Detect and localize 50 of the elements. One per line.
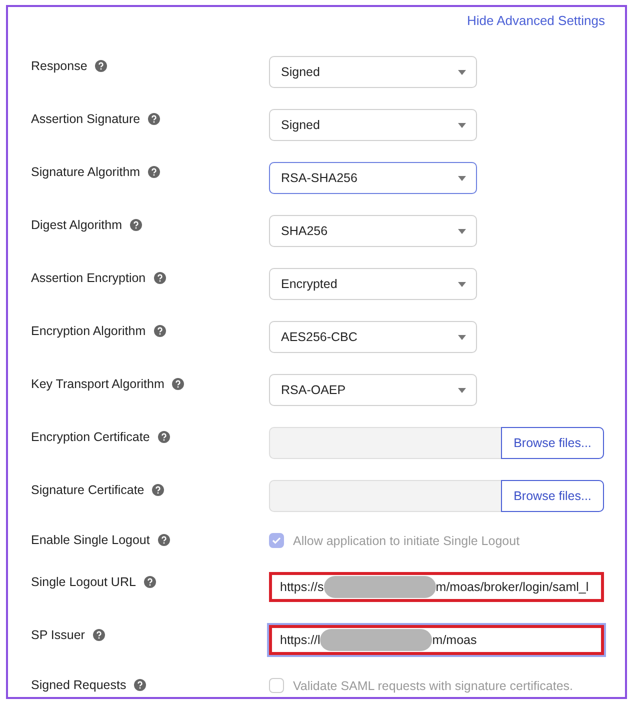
caret-icon <box>458 388 466 392</box>
field-label: Assertion Encryption <box>31 271 146 285</box>
checkbox-label: Validate SAML requests with signature certificates. <box>293 678 573 692</box>
dropdown[interactable]: AES256-CBC <box>269 321 477 353</box>
field-label: Assertion Signature <box>31 112 140 126</box>
file-field[interactable] <box>269 427 501 459</box>
field-label: Signature Certificate <box>31 483 144 497</box>
help-icon[interactable] <box>158 431 170 443</box>
field-label: Digest Algorithm <box>31 218 122 232</box>
field-label: Single Logout URL <box>31 575 136 589</box>
dropdown[interactable]: Signed <box>269 56 477 88</box>
browse-button[interactable]: Browse files... <box>501 427 604 459</box>
caret-icon <box>458 70 466 74</box>
input-field[interactable]: https://l m/moas <box>269 625 604 655</box>
help-icon[interactable] <box>148 113 160 125</box>
help-icon[interactable] <box>148 166 160 178</box>
field-label: Signature Algorithm <box>31 165 140 179</box>
help-icon[interactable] <box>134 679 146 691</box>
browse-button[interactable]: Browse files... <box>501 480 604 512</box>
help-icon[interactable] <box>154 325 166 337</box>
caret-icon <box>458 228 466 234</box>
help-icon[interactable] <box>130 219 142 231</box>
caret-icon <box>458 334 466 340</box>
check-icon <box>272 537 281 544</box>
field-label: Enable Single Logout <box>31 533 150 547</box>
help-icon[interactable] <box>158 534 170 546</box>
field-label: Signed Requests <box>31 678 126 692</box>
field-label: SP Issuer <box>31 628 85 642</box>
dropdown[interactable]: RSA-SHA256 <box>269 162 477 194</box>
caret-icon <box>458 122 466 128</box>
dropdown[interactable]: Signed <box>269 109 477 141</box>
input-field[interactable]: https://s m/moas/broker/login/saml_l <box>269 572 604 602</box>
help-icon[interactable] <box>154 272 166 284</box>
hide-advanced-link[interactable]: Hide Advanced Settings <box>466 13 605 28</box>
caret-icon <box>458 282 466 286</box>
field-label: Response <box>31 59 88 73</box>
help-icon[interactable] <box>144 576 156 588</box>
dropdown[interactable]: RSA-OAEP <box>269 374 477 406</box>
help-icon[interactable] <box>152 484 164 496</box>
checkbox-label: Allow application to initiate Single Logout <box>293 534 520 548</box>
field-label: Encryption Algorithm <box>31 324 146 338</box>
field-label: Key Transport Algorithm <box>31 377 164 391</box>
help-icon[interactable] <box>172 378 184 390</box>
file-field[interactable] <box>269 480 501 512</box>
help-icon[interactable] <box>92 629 105 641</box>
field-label: Encryption Certificate <box>31 430 150 444</box>
caret-icon <box>458 176 466 180</box>
help-icon[interactable] <box>95 60 108 72</box>
dropdown[interactable]: SHA256 <box>269 215 477 247</box>
dropdown[interactable]: Encrypted <box>269 268 477 300</box>
